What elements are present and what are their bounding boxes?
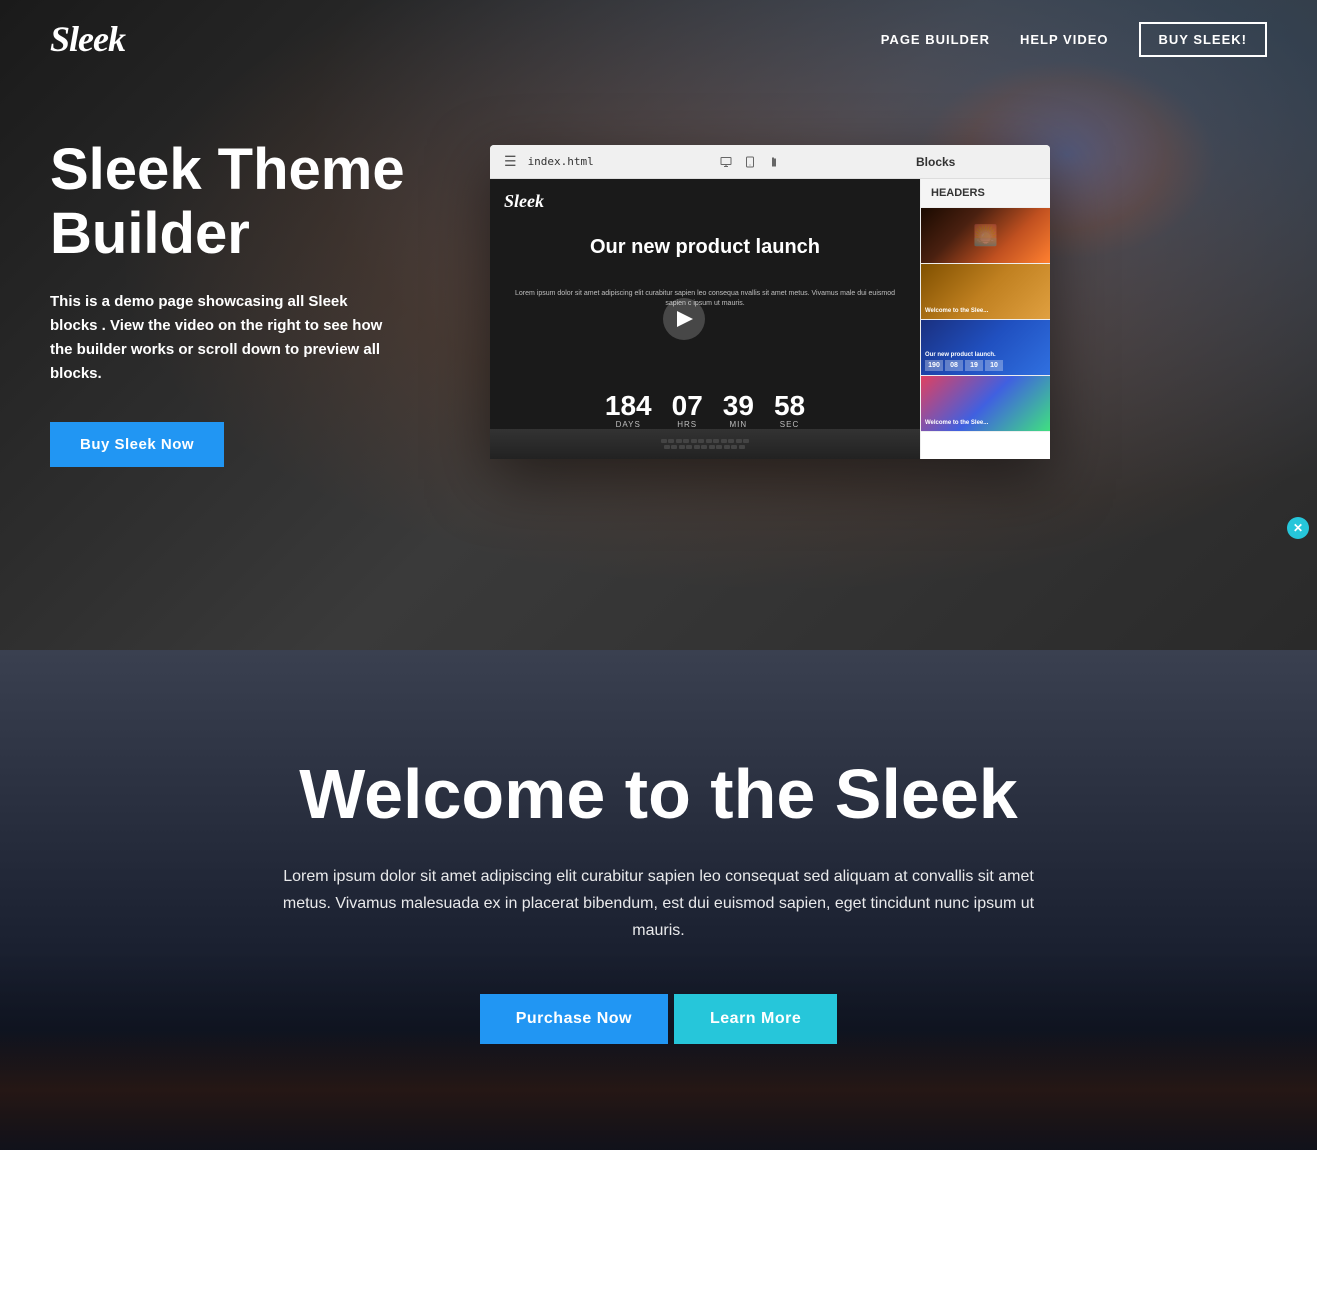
mockup-sidebar: HEADERS 🌅 xyxy=(920,179,1050,459)
sidebar-img-4: Welcome to the Slee... xyxy=(921,376,1050,431)
countdown-sec: 58 SEC xyxy=(774,392,805,429)
sidebar-item-1[interactable]: 🌅 xyxy=(921,208,1050,264)
mockup-inner-headline: Our new product launch xyxy=(490,234,920,260)
mockup-main-preview: Sleek Our new product launch Lorem ipsum… xyxy=(490,179,920,459)
mockup-url: index.html xyxy=(528,155,594,168)
mockup-countdown: 184 DAYS 07 HRS 39 MIN xyxy=(490,392,920,429)
hero-cta-button[interactable]: Buy Sleek Now xyxy=(50,422,224,467)
mockup-titlebar: ☰ index.html Blocks xyxy=(490,145,1050,179)
sidebar-blocks-header: HEADERS xyxy=(921,179,1050,208)
navbar: Sleek PAGE BUILDER HELP VIDEO BUY SLEEK! xyxy=(0,0,1317,78)
countdown-sec-label: SEC xyxy=(774,420,805,429)
mini-countdown-3: 19 xyxy=(965,360,983,371)
nav-links: PAGE BUILDER HELP VIDEO BUY SLEEK! xyxy=(881,22,1267,57)
welcome-content: Welcome to the Sleek Lorem ipsum dolor s… xyxy=(259,756,1059,1045)
sidebar-img-1: 🌅 xyxy=(921,208,1050,263)
tablet-icon xyxy=(743,155,757,169)
learn-more-button[interactable]: Learn More xyxy=(674,994,837,1044)
mini-countdown-2: 08 xyxy=(945,360,963,371)
countdown-hrs-num: 07 xyxy=(672,392,703,420)
nav-buy-button[interactable]: BUY SLEEK! xyxy=(1139,22,1268,57)
sidebar-img-2: Welcome to the Slee... xyxy=(921,264,1050,319)
countdown-days-label: DAYS xyxy=(605,420,652,429)
countdown-min-label: MIN xyxy=(723,420,754,429)
countdown-min: 39 MIN xyxy=(723,392,754,429)
hamburger-icon: ☰ xyxy=(504,153,517,170)
mockup-inner-logo: Sleek xyxy=(504,191,544,212)
purchase-now-button[interactable]: Purchase Now xyxy=(480,994,668,1044)
horizon-overlay xyxy=(0,1030,1317,1150)
welcome-section: Welcome to the Sleek Lorem ipsum dolor s… xyxy=(0,650,1317,1150)
mockup-inner-subtext: Lorem ipsum dolor sit amet adipiscing el… xyxy=(490,289,920,309)
mini-countdown-4: 10 xyxy=(985,360,1003,371)
mockup-controls xyxy=(719,155,781,169)
sidebar-img-3: Our new product launch. 190 08 19 10 xyxy=(921,320,1050,375)
hero-content: Sleek Theme Builder This is a demo page … xyxy=(0,78,1317,547)
logo: Sleek xyxy=(50,18,125,60)
headers-label: HEADERS xyxy=(931,187,985,199)
countdown-hrs-label: HRS xyxy=(672,420,703,429)
mockup-window: ☰ index.html Blocks xyxy=(490,145,1050,459)
hero-description: This is a demo page showcasing all Sleek… xyxy=(50,290,390,386)
blocks-label: Blocks xyxy=(906,155,1036,169)
countdown-min-num: 39 xyxy=(723,392,754,420)
hero-title: Sleek Theme Builder xyxy=(50,138,430,266)
mobile-icon xyxy=(767,155,781,169)
mockup-menu-icon: ☰ index.html xyxy=(504,153,594,170)
mini-countdown-1: 190 xyxy=(925,360,943,371)
sidebar-item-2[interactable]: Welcome to the Slee... xyxy=(921,264,1050,320)
nav-page-builder[interactable]: PAGE BUILDER xyxy=(881,32,990,47)
desktop-icon xyxy=(719,155,733,169)
play-button[interactable] xyxy=(663,298,705,340)
countdown-sec-num: 58 xyxy=(774,392,805,420)
hero-text: Sleek Theme Builder This is a demo page … xyxy=(50,138,430,467)
mockup-container: ☰ index.html Blocks xyxy=(490,145,1050,459)
mockup-body: Sleek Our new product launch Lorem ipsum… xyxy=(490,179,1050,459)
countdown-hrs: 07 HRS xyxy=(672,392,703,429)
countdown-days: 184 DAYS xyxy=(605,392,652,429)
hero-section: Sleek PAGE BUILDER HELP VIDEO BUY SLEEK!… xyxy=(0,0,1317,650)
sidebar-item-3[interactable]: Our new product launch. 190 08 19 10 xyxy=(921,320,1050,376)
sidebar-item-4[interactable]: Welcome to the Slee... xyxy=(921,376,1050,432)
welcome-description: Lorem ipsum dolor sit amet adipiscing el… xyxy=(259,863,1059,945)
countdown-days-num: 184 xyxy=(605,392,652,420)
nav-help-video[interactable]: HELP VIDEO xyxy=(1020,32,1109,47)
welcome-title: Welcome to the Sleek xyxy=(259,756,1059,833)
welcome-buttons: Purchase Now Learn More xyxy=(259,994,1059,1044)
